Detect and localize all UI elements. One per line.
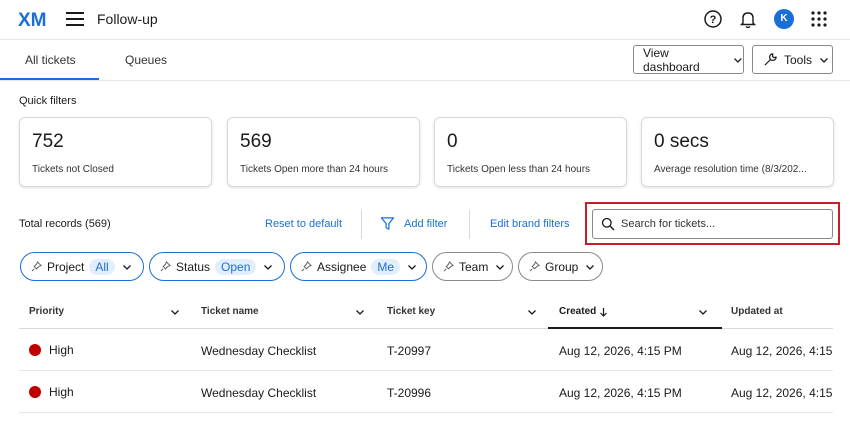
divider xyxy=(469,210,470,239)
cell-ticket-name: Wednesday Checklist xyxy=(201,386,317,400)
cell-priority: High xyxy=(49,343,74,357)
chip-label: Team xyxy=(459,259,489,274)
reset-to-default-link[interactable]: Reset to default xyxy=(265,218,342,230)
chevron-down-icon xyxy=(734,57,742,63)
pin-icon xyxy=(529,261,540,272)
view-dashboard-button[interactable]: View dashboard xyxy=(633,45,744,74)
chevron-down-icon xyxy=(496,264,505,270)
card-label: Tickets not Closed xyxy=(32,164,114,175)
filter-chip-group[interactable]: Group xyxy=(518,252,603,281)
priority-dot-icon xyxy=(29,386,41,398)
pin-icon xyxy=(301,261,312,272)
bell-icon[interactable] xyxy=(738,9,758,29)
chevron-down-icon[interactable] xyxy=(170,307,180,317)
svg-text:XM: XM xyxy=(18,10,47,30)
add-filter-button[interactable]: Add filter xyxy=(404,218,447,230)
tools-button[interactable]: Tools xyxy=(752,45,833,74)
chip-label: Status xyxy=(176,259,211,274)
total-records: Total records (569) xyxy=(19,218,111,230)
pin-icon xyxy=(443,261,454,272)
help-icon[interactable]: ? xyxy=(703,9,723,29)
svg-text:?: ? xyxy=(710,14,717,26)
card-value: 0 secs xyxy=(654,131,709,152)
cell-priority: High xyxy=(49,385,74,399)
chevron-down-icon xyxy=(820,57,828,63)
quick-filters-label: Quick filters xyxy=(19,95,77,107)
card-label: Tickets Open more than 24 hours xyxy=(240,164,389,175)
column-header-priority[interactable]: Priority xyxy=(29,306,64,317)
xm-logo[interactable]: XM xyxy=(18,8,50,30)
tab-bar: All tickets Queues View dashboard Tools xyxy=(0,40,850,81)
cell-ticket-key: T-20996 xyxy=(387,386,432,400)
priority-dot-icon xyxy=(29,344,41,356)
pin-icon xyxy=(160,261,171,272)
chevron-down-icon[interactable] xyxy=(698,307,708,317)
column-header-created[interactable]: Created xyxy=(559,306,596,317)
tools-label: Tools xyxy=(784,52,813,67)
chip-label: Group xyxy=(545,259,579,274)
chevron-down-icon xyxy=(122,264,131,270)
sort-down-arrow-icon[interactable] xyxy=(599,307,608,317)
chip-value-badge: All xyxy=(89,258,115,275)
top-bar: XM Follow-up ? K xyxy=(0,0,850,40)
row-divider xyxy=(19,412,833,413)
filter-chip-assignee[interactable]: Assignee Me xyxy=(290,252,427,281)
chip-label: Assignee xyxy=(317,259,367,274)
filter-icon[interactable] xyxy=(380,216,395,231)
row-divider xyxy=(19,370,833,371)
card-label: Tickets Open less than 24 hours xyxy=(447,164,591,175)
chevron-down-icon xyxy=(408,264,417,270)
chip-value-badge: Me xyxy=(371,258,401,275)
chevron-down-icon xyxy=(264,264,273,270)
chevron-down-icon xyxy=(586,264,595,270)
search-input[interactable] xyxy=(621,215,826,233)
view-dashboard-label: View dashboard xyxy=(643,45,700,74)
cell-updated-at: Aug 12, 2026, 4:15 PM xyxy=(731,386,833,400)
filter-chip-team[interactable]: Team xyxy=(432,252,513,281)
edit-brand-filters-link[interactable]: Edit brand filters xyxy=(490,218,569,230)
cell-ticket-key: T-20997 xyxy=(387,344,432,358)
quick-filter-card-open-less-24h[interactable]: 0 Tickets Open less than 24 hours xyxy=(434,117,627,187)
chip-label: Project xyxy=(47,259,85,274)
column-header-ticket-key[interactable]: Ticket key xyxy=(387,306,435,317)
tab-queues[interactable]: Queues xyxy=(125,53,167,67)
divider xyxy=(361,210,362,239)
chevron-down-icon[interactable] xyxy=(527,307,537,317)
card-value: 569 xyxy=(240,131,272,152)
search-field[interactable] xyxy=(592,209,833,239)
column-header-ticket-name[interactable]: Ticket name xyxy=(201,306,259,317)
tab-all-tickets[interactable]: All tickets xyxy=(25,53,76,67)
card-label: Average resolution time (8/3/202... xyxy=(654,164,807,175)
search-icon xyxy=(601,217,615,231)
menu-icon[interactable] xyxy=(66,12,84,26)
sorted-column-indicator xyxy=(548,327,722,329)
card-value: 752 xyxy=(32,131,64,152)
pin-icon xyxy=(31,261,42,272)
card-value: 0 xyxy=(447,131,458,152)
chip-value-badge: Open xyxy=(215,258,257,275)
quick-filter-card-open-more-24h[interactable]: 569 Tickets Open more than 24 hours xyxy=(227,117,420,187)
active-tab-indicator xyxy=(0,78,99,80)
cell-ticket-name: Wednesday Checklist xyxy=(201,344,317,358)
user-avatar[interactable]: K xyxy=(774,9,794,29)
app-title: Follow-up xyxy=(97,11,158,27)
quick-filter-card-avg-resolution[interactable]: 0 secs Average resolution time (8/3/202.… xyxy=(641,117,834,187)
wrench-icon xyxy=(764,53,777,66)
filter-chip-project[interactable]: Project All xyxy=(20,252,144,281)
chevron-down-icon[interactable] xyxy=(355,307,365,317)
quick-filter-card-not-closed[interactable]: 752 Tickets not Closed xyxy=(19,117,212,187)
cell-updated-at: Aug 12, 2026, 4:15 PM xyxy=(731,344,833,358)
cell-created: Aug 12, 2026, 4:15 PM xyxy=(559,386,682,400)
cell-created: Aug 12, 2026, 4:15 PM xyxy=(559,344,682,358)
column-header-updated-at[interactable]: Updated at xyxy=(731,306,783,317)
filter-chip-status[interactable]: Status Open xyxy=(149,252,285,281)
apps-grid-icon[interactable] xyxy=(809,9,829,29)
